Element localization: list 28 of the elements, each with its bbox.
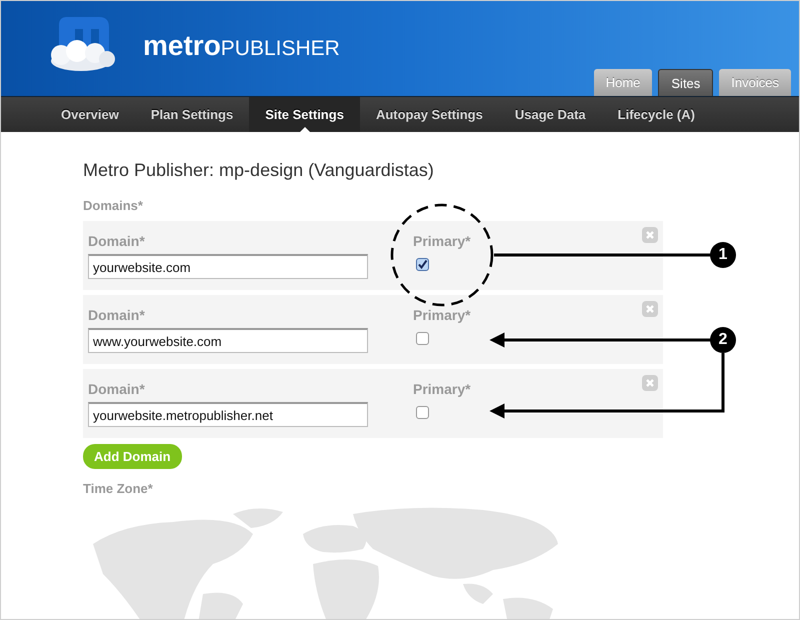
- domain-input-field[interactable]: yourwebsite.com: [88, 254, 368, 279]
- callout-number: 1: [710, 242, 736, 268]
- nav-tab[interactable]: Lifecycle (A): [602, 97, 711, 132]
- domain-input-field[interactable]: yourwebsite.metropublisher.net: [88, 402, 368, 427]
- field-label: Primary*: [413, 233, 471, 249]
- field-label: Primary*: [413, 381, 471, 397]
- nav-tab[interactable]: Overview: [45, 97, 135, 132]
- logo-text: metroPUBLISHER: [143, 30, 340, 62]
- callout-number: 2: [710, 327, 736, 353]
- section-label: Time Zone*: [83, 481, 154, 496]
- field-label: Domain*: [88, 381, 146, 397]
- field-label: Domain*: [88, 233, 146, 249]
- nav-tab[interactable]: Plan Settings: [134, 97, 250, 132]
- nav-tab[interactable]: Site Settings: [249, 97, 360, 132]
- close-icon[interactable]: [642, 227, 658, 243]
- close-icon[interactable]: [642, 375, 658, 391]
- nav-tab[interactable]: Autopay Settings: [360, 97, 499, 132]
- primary-checkbox[interactable]: [416, 406, 429, 419]
- domain-input-field[interactable]: www.yourwebsite.com: [88, 328, 368, 353]
- primary-checkbox[interactable]: [416, 258, 429, 271]
- field-label: Primary*: [413, 307, 471, 323]
- field-label: Domain*: [88, 307, 146, 323]
- tab[interactable]: Sites: [658, 69, 714, 96]
- section-label: Domains*: [83, 198, 144, 213]
- primary-checkbox[interactable]: [416, 332, 429, 345]
- nav-tab[interactable]: Usage Data: [498, 97, 602, 132]
- page-title: Metro Publisher: mp-design (Vanguardistas): [83, 160, 435, 181]
- close-icon[interactable]: [642, 301, 658, 317]
